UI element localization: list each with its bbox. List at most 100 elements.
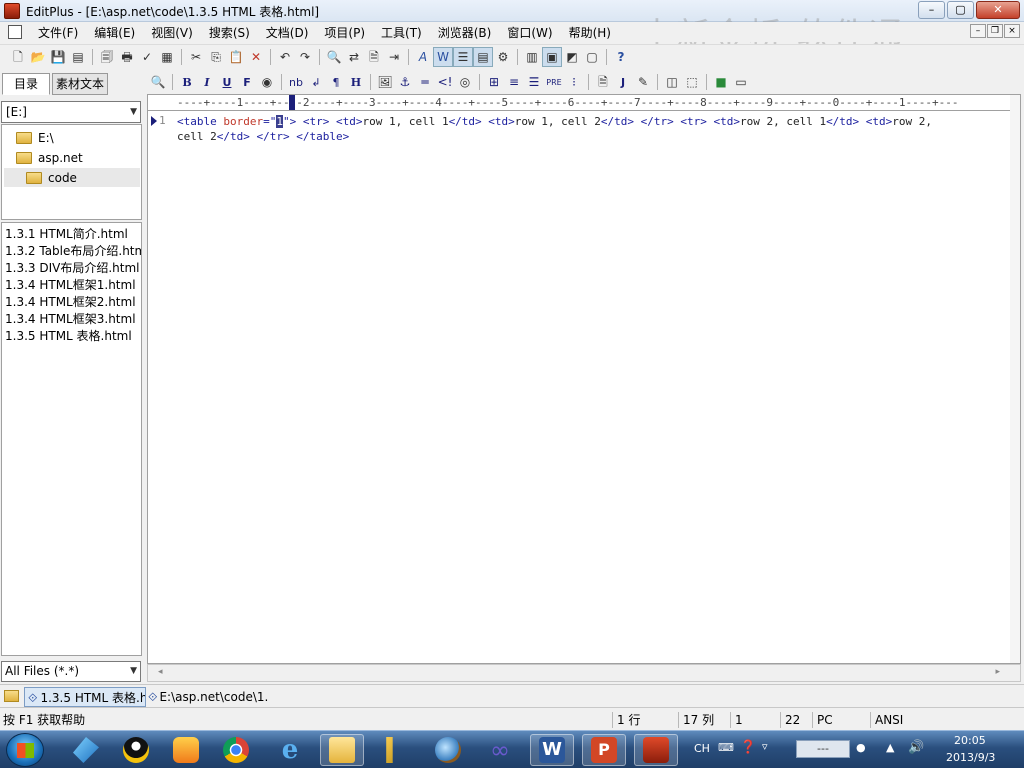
- clock-date[interactable]: 2013/9/3: [946, 751, 995, 764]
- list-item[interactable]: 1.3.4 HTML框架3.html: [2, 311, 141, 328]
- menu-search[interactable]: 搜索(S): [201, 24, 258, 41]
- horizontal-scrollbar[interactable]: ◂ ▸: [147, 664, 1021, 682]
- scroll-right-icon[interactable]: ▸: [995, 667, 1000, 677]
- word-wrap-icon[interactable]: W: [433, 46, 453, 67]
- output-window-icon[interactable]: ▣: [542, 46, 562, 67]
- taskbar-tools-app[interactable]: [372, 734, 416, 766]
- mdi-minimize-button[interactable]: –: [970, 24, 986, 38]
- scroll-left-icon[interactable]: ◂: [158, 667, 163, 677]
- javascript-button[interactable]: J: [613, 72, 633, 92]
- menu-help[interactable]: 帮助(H): [561, 24, 619, 41]
- tab-document-path[interactable]: ⟐ E:\asp.net\code\1.: [148, 687, 268, 707]
- ordered-list-icon[interactable]: ⁝: [564, 72, 584, 92]
- menu-window[interactable]: 窗口(W): [499, 24, 560, 41]
- new-file-icon[interactable]: 🗋: [8, 47, 28, 67]
- menu-browser[interactable]: 浏览器(B): [430, 24, 500, 41]
- center-align-icon[interactable]: ≡: [504, 72, 524, 92]
- pre-tag-button[interactable]: PRE: [544, 72, 564, 92]
- list-item[interactable]: 1.3.4 HTML框架2.html: [2, 294, 141, 311]
- ime-status-box[interactable]: ---: [796, 740, 850, 758]
- document-menu-icon[interactable]: [8, 25, 22, 39]
- taskbar-search-app[interactable]: [426, 734, 470, 766]
- color-icon[interactable]: ◎: [455, 72, 475, 92]
- directory-window-icon[interactable]: ▥: [522, 47, 542, 67]
- menu-document[interactable]: 文档(D): [258, 24, 317, 41]
- help-icon[interactable]: ?: [611, 47, 631, 67]
- print-icon[interactable]: 🖶: [117, 47, 137, 67]
- nbsp-button[interactable]: nb: [286, 72, 306, 92]
- save-all-icon[interactable]: ▤: [68, 47, 88, 67]
- taskbar-word[interactable]: W: [530, 734, 574, 766]
- clock-time[interactable]: 20:05: [954, 734, 986, 747]
- print-preview-icon[interactable]: 🗐: [97, 47, 117, 67]
- redo-icon[interactable]: ↷: [295, 47, 315, 67]
- spellcheck-icon[interactable]: ✓: [137, 47, 157, 67]
- tree-item-aspnet[interactable]: asp.net: [16, 148, 83, 167]
- style-icon[interactable]: ✎: [633, 72, 653, 92]
- line-break-button[interactable]: ↲: [306, 72, 326, 92]
- minimize-button[interactable]: –: [918, 1, 945, 19]
- italic-button[interactable]: I: [197, 72, 217, 92]
- tab-directory[interactable]: 目录: [2, 73, 50, 95]
- anchor-icon[interactable]: ⚓: [395, 72, 415, 92]
- copy-icon[interactable]: ⎘: [206, 47, 226, 67]
- list-item[interactable]: 1.3.3 DIV布局介绍.html: [2, 260, 141, 277]
- tree-item-drive[interactable]: E:\: [16, 128, 54, 147]
- list-item[interactable]: 1.3.2 Table布局介绍.html: [2, 243, 141, 260]
- underline-button[interactable]: U: [217, 72, 237, 92]
- mdi-close-button[interactable]: ×: [1004, 24, 1020, 38]
- power-plug-icon[interactable]: ●: [856, 741, 866, 754]
- taskbar-chrome[interactable]: [214, 734, 258, 766]
- menu-edit[interactable]: 编辑(E): [86, 24, 143, 41]
- color-palette-icon[interactable]: ■: [711, 72, 731, 92]
- window-layout-icon[interactable]: ▭: [731, 72, 751, 92]
- folder-icon[interactable]: [4, 690, 19, 702]
- editplus-app-icon[interactable]: [4, 3, 20, 19]
- keyboard-icon[interactable]: ⌨: [718, 741, 734, 754]
- tree-item-code[interactable]: code: [4, 168, 140, 187]
- color-picker-icon[interactable]: ◉: [257, 72, 277, 92]
- comment-icon[interactable]: <!: [435, 72, 455, 92]
- paste-icon[interactable]: 📋: [226, 47, 246, 67]
- ruler-icon[interactable]: ▤: [473, 46, 493, 67]
- tray-settings-icon[interactable]: ▿: [762, 740, 768, 753]
- start-button[interactable]: [6, 733, 44, 767]
- taskbar-explorer[interactable]: [320, 734, 364, 766]
- font-tag-button[interactable]: F: [237, 72, 257, 92]
- code-editor[interactable]: ----+----1----+----2----+----3----+----4…: [147, 94, 1021, 664]
- full-screen-icon[interactable]: ▢: [582, 47, 602, 67]
- taskbar-app-orange[interactable]: [164, 734, 208, 766]
- mdi-restore-button[interactable]: ❐: [987, 24, 1003, 38]
- taskbar-powerpoint[interactable]: P: [582, 734, 626, 766]
- chevron-down-icon[interactable]: ▼: [130, 102, 137, 122]
- taskbar-vs-app[interactable]: ∞: [478, 734, 522, 766]
- paragraph-button[interactable]: ¶: [326, 72, 346, 92]
- tab-cliptext[interactable]: 素材文本: [52, 73, 108, 95]
- table-icon[interactable]: ⊞: [484, 72, 504, 92]
- goto-line-icon[interactable]: ⇥: [384, 47, 404, 67]
- font-icon[interactable]: A: [413, 47, 433, 67]
- show-hidden-icons[interactable]: ▲: [886, 741, 894, 754]
- chevron-down-icon[interactable]: ▼: [130, 662, 137, 681]
- find-in-files-icon[interactable]: 🗎: [364, 47, 384, 67]
- language-indicator[interactable]: CH: [694, 742, 710, 755]
- list-item[interactable]: 1.3.1 HTML简介.html: [2, 226, 141, 243]
- volume-icon[interactable]: 🔊: [908, 740, 924, 755]
- menu-view[interactable]: 视图(V): [143, 24, 201, 41]
- file-filter-select[interactable]: All Files (*.*) ▼: [1, 661, 141, 682]
- save-icon[interactable]: 💾: [48, 47, 68, 67]
- vertical-scrollbar[interactable]: [1010, 95, 1020, 663]
- browser-preview-icon[interactable]: 🔍: [148, 72, 168, 92]
- div-icon[interactable]: ⬚: [682, 72, 702, 92]
- cut-icon[interactable]: ✂: [186, 47, 206, 67]
- preferences-icon[interactable]: ⚙: [493, 47, 513, 67]
- taskbar-editplus[interactable]: [634, 734, 678, 766]
- bold-button[interactable]: B: [177, 72, 197, 92]
- heading-button[interactable]: H: [346, 72, 366, 92]
- menu-tools[interactable]: 工具(T): [373, 24, 430, 41]
- undo-icon[interactable]: ↶: [275, 47, 295, 67]
- drive-select[interactable]: [E:] ▼: [1, 101, 141, 123]
- line-number-icon[interactable]: ☰: [453, 46, 473, 67]
- form-icon[interactable]: 🗎: [593, 72, 613, 92]
- maximize-button[interactable]: ▢: [947, 1, 974, 19]
